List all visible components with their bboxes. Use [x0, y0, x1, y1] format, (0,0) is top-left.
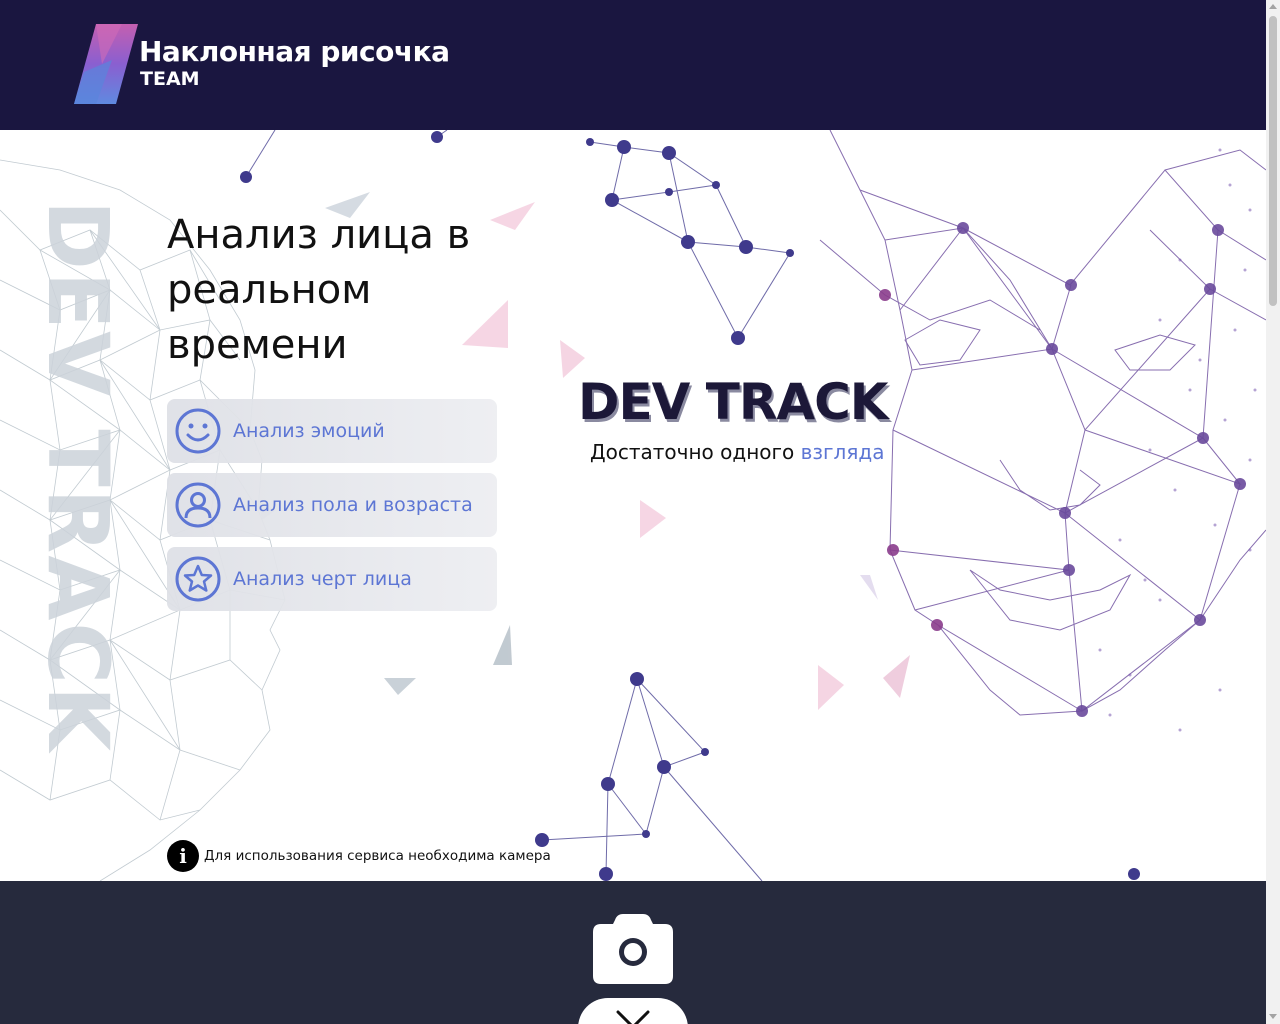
logo-title: Наклонная рисочка	[139, 35, 450, 68]
close-button[interactable]	[578, 998, 688, 1024]
feature-emotion-analysis-button[interactable]: Анализ эмоций	[167, 399, 497, 463]
header: Наклонная рисочка TEAM	[0, 0, 1266, 130]
bottom-constellation-dots	[535, 672, 1140, 881]
right-face-dots	[879, 222, 1246, 717]
brand-subtitle: Достаточно одного взгляда	[590, 440, 884, 464]
logo-subtitle: TEAM	[140, 68, 200, 90]
notice-text: Для использования сервиса необходима кам…	[204, 848, 551, 864]
hero-section: DEV TRACK Анализ лица в реальном времени…	[0, 130, 1266, 881]
feature-facial-features-analysis-button[interactable]: Анализ черт лица	[167, 547, 497, 611]
camera-icon[interactable]	[593, 914, 673, 984]
right-face-speckle	[1098, 148, 1257, 732]
smiley-icon	[175, 408, 221, 454]
page: Наклонная рисочка TEAM DEV TRACK Анализ …	[0, 0, 1280, 1024]
scroll-down-arrow-icon[interactable]	[1269, 1014, 1277, 1019]
star-icon	[175, 556, 221, 602]
feature-label: Анализ черт лица	[233, 568, 412, 590]
bottom-constellation	[541, 678, 763, 881]
feature-label: Анализ эмоций	[233, 420, 385, 442]
close-icon	[616, 1010, 650, 1024]
brand-subtitle-accent: взгляда	[800, 440, 885, 464]
scrollbar-thumb[interactable]	[1269, 16, 1277, 306]
feature-label: Анализ пола и возраста	[233, 494, 473, 516]
scroll-up-arrow-icon[interactable]	[1269, 4, 1277, 9]
vertical-brand-text: DEV TRACK	[29, 200, 127, 754]
vertical-scrollbar[interactable]	[1266, 0, 1280, 1024]
slanted-stripe-logo-icon[interactable]	[72, 24, 140, 104]
info-icon: i	[167, 840, 199, 872]
brand-title: DEV TRACK	[578, 373, 889, 431]
user-icon	[175, 482, 221, 528]
feature-gender-age-analysis-button[interactable]: Анализ пола и возраста	[167, 473, 497, 537]
hero-title: Анализ лица в реальном времени	[167, 212, 471, 368]
camera-controls-panel	[0, 881, 1266, 1024]
brand-subtitle-prefix: Достаточно одного	[590, 440, 795, 464]
